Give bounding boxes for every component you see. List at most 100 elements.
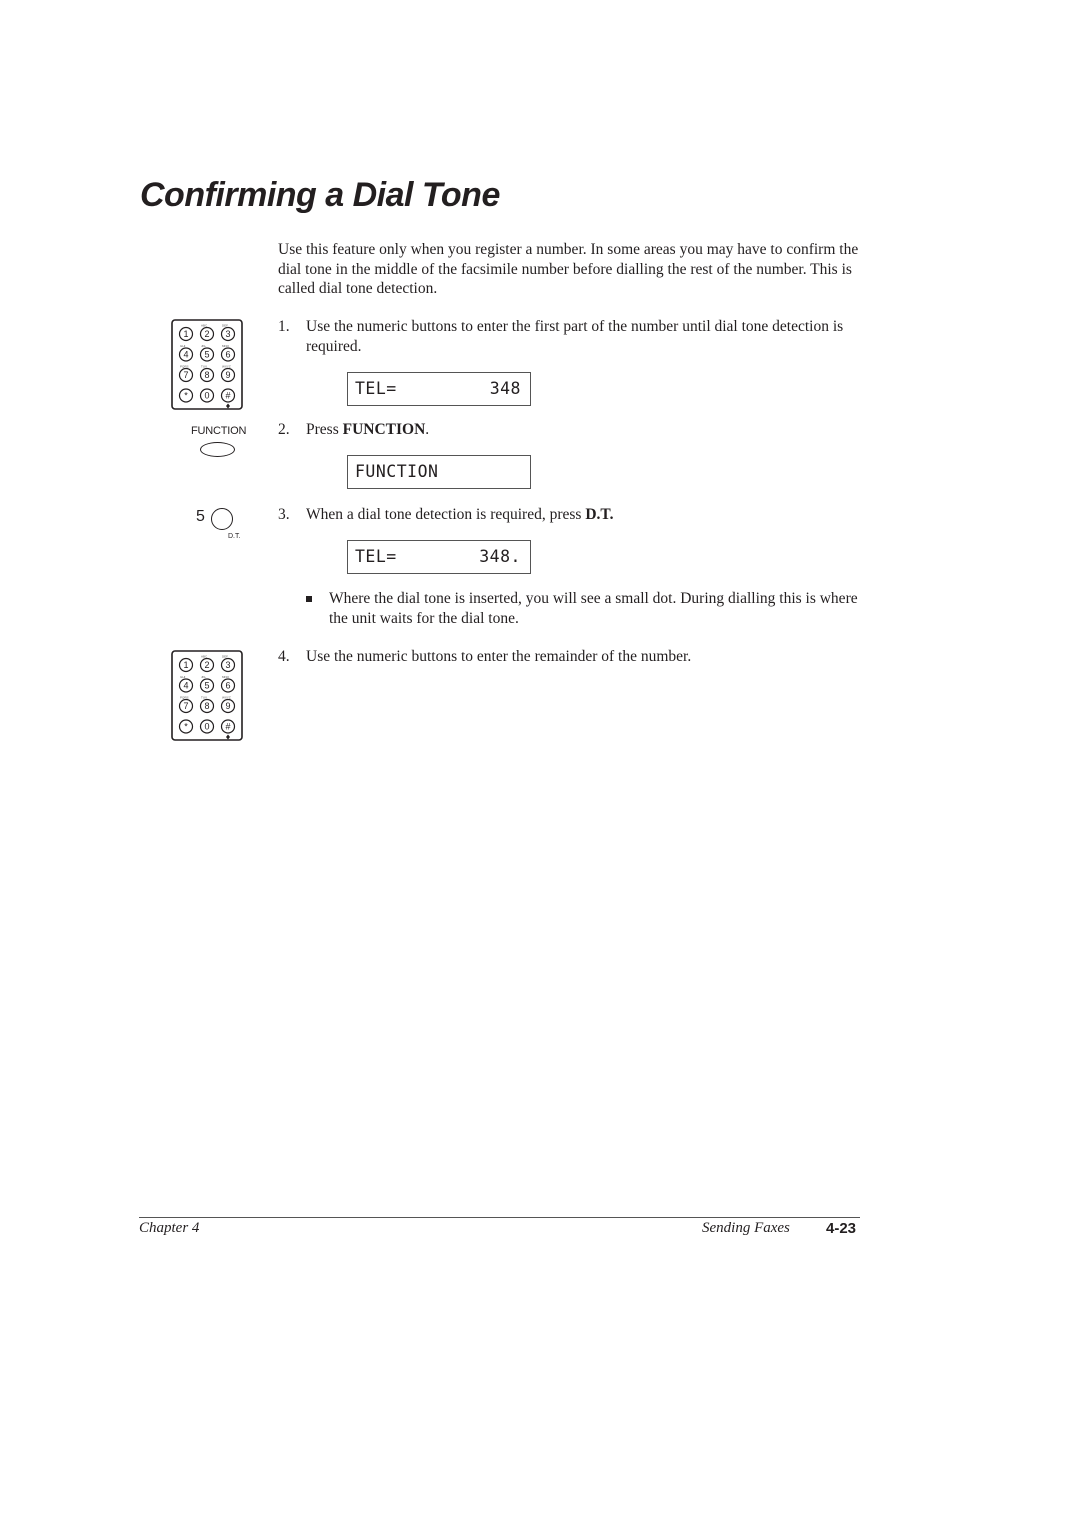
intro-paragraph: Use this feature only when you register … bbox=[278, 241, 859, 297]
keypad-key-9: 9WXYZ bbox=[220, 365, 236, 383]
footer-section-title: Sending Faxes bbox=[702, 1220, 790, 1236]
dt-button-icon bbox=[211, 508, 233, 530]
step-text: Use the numeric buttons to enter the rem… bbox=[306, 648, 692, 665]
step-text: When a dial tone detection is required, … bbox=[306, 505, 871, 525]
step-text-bold: FUNCTION bbox=[342, 421, 426, 438]
svg-text:#: # bbox=[225, 722, 230, 732]
keypad-key-6: 6 MNO bbox=[220, 675, 236, 693]
keypad-key-0: 0 bbox=[199, 388, 215, 403]
step-text: Press FUNCTION. bbox=[306, 420, 871, 440]
keypad-key-3: 3DEF bbox=[220, 324, 236, 342]
function-button-icon bbox=[200, 442, 235, 457]
svg-text:TUV: TUV bbox=[201, 365, 207, 369]
svg-text:1: 1 bbox=[183, 660, 188, 670]
note-text: Where the dial tone is inserted, you wil… bbox=[329, 590, 858, 627]
svg-text:GHI: GHI bbox=[180, 675, 186, 679]
numeric-keypad-icon: 1 2ABC 3DEF 4 GHI 5 JKL 6 MNO 7PQRS 8TUV 9WXYZ * 0 # bbox=[171, 319, 243, 410]
svg-text:2: 2 bbox=[204, 660, 209, 670]
svg-text:PQRS: PQRS bbox=[180, 696, 189, 700]
keypad-key-*: * bbox=[178, 388, 194, 403]
svg-text:3: 3 bbox=[225, 329, 230, 339]
keypad-key-4: 4 GHI bbox=[178, 675, 194, 693]
svg-text:TUV: TUV bbox=[201, 696, 207, 700]
keypad-key-3: 3DEF bbox=[220, 655, 236, 673]
keypad-key-8: 8TUV bbox=[199, 365, 215, 383]
step-text-prefix: Press bbox=[306, 421, 343, 438]
svg-text:DEF: DEF bbox=[222, 655, 228, 659]
svg-text:WXYZ: WXYZ bbox=[222, 365, 231, 369]
keypad-key-6: 6 MNO bbox=[220, 344, 236, 362]
keypad-key-2: 2ABC bbox=[199, 324, 215, 342]
svg-text:2: 2 bbox=[204, 329, 209, 339]
svg-text:7: 7 bbox=[183, 370, 188, 380]
numeric-keypad-icon: 1 2ABC 3DEF 4 GHI 5 JKL 6 MNO 7PQRS 8TUV 9WXYZ * 0 # bbox=[171, 650, 243, 741]
svg-text:JKL: JKL bbox=[201, 344, 207, 348]
function-button-label: FUNCTION bbox=[191, 425, 247, 437]
svg-text:5: 5 bbox=[204, 681, 209, 691]
footer-chapter: Chapter 4 bbox=[139, 1220, 200, 1236]
svg-text:6: 6 bbox=[225, 681, 230, 691]
lcd-right-text: 348 bbox=[489, 379, 521, 398]
svg-text:PQRS: PQRS bbox=[180, 365, 189, 369]
dt-button-label: D.T. bbox=[228, 533, 241, 540]
keypad-key-#: # bbox=[220, 719, 236, 740]
lcd-left-text: TEL= bbox=[355, 547, 397, 566]
step-text: Use the numeric buttons to enter the fir… bbox=[306, 318, 844, 355]
svg-text:MNO: MNO bbox=[222, 675, 230, 679]
svg-text:ABC: ABC bbox=[201, 324, 208, 328]
svg-text:*: * bbox=[184, 722, 188, 732]
keypad-key-8: 8TUV bbox=[199, 696, 215, 714]
lcd-display-step-3: TEL= 348. bbox=[347, 540, 531, 574]
svg-text:8: 8 bbox=[204, 370, 209, 380]
bullet-square-icon bbox=[306, 596, 312, 602]
step-number: 2. bbox=[278, 421, 290, 438]
keypad-key-1: 1 bbox=[178, 326, 194, 342]
svg-text:#: # bbox=[225, 391, 230, 401]
lcd-left-text: FUNCTION bbox=[355, 462, 439, 481]
step-text-bold: D.T. bbox=[585, 506, 614, 523]
step-text-prefix: When a dial tone detection is required, … bbox=[306, 506, 586, 523]
footer-divider bbox=[139, 1217, 860, 1218]
keypad-key-1: 1 bbox=[178, 657, 194, 673]
svg-text:3: 3 bbox=[225, 660, 230, 670]
svg-text:ABC: ABC bbox=[201, 655, 208, 659]
svg-text:JKL: JKL bbox=[201, 675, 207, 679]
svg-text:GHI: GHI bbox=[180, 344, 186, 348]
svg-text:MNO: MNO bbox=[222, 344, 230, 348]
keypad-key-5: 5 JKL bbox=[199, 675, 215, 693]
svg-text:5: 5 bbox=[204, 350, 209, 360]
page-title: Confirming a Dial Tone bbox=[140, 176, 500, 214]
dt-button-number: 5 bbox=[196, 508, 205, 525]
keypad-key-*: * bbox=[178, 719, 194, 734]
footer-page-number: 4-23 bbox=[826, 1220, 857, 1237]
svg-text:DEF: DEF bbox=[222, 324, 228, 328]
step-number: 3. bbox=[278, 506, 290, 523]
svg-text:0: 0 bbox=[204, 391, 209, 401]
lcd-display-step-2: FUNCTION bbox=[347, 455, 531, 489]
keypad-key-5: 5 JKL bbox=[199, 344, 215, 362]
svg-text:1: 1 bbox=[183, 329, 188, 339]
svg-text:4: 4 bbox=[183, 350, 188, 360]
lcd-display-step-1: TEL= 348 bbox=[347, 372, 531, 406]
svg-text:WXYZ: WXYZ bbox=[222, 696, 231, 700]
keypad-key-7: 7PQRS bbox=[178, 365, 194, 383]
svg-text:9: 9 bbox=[225, 701, 230, 711]
keypad-key-#: # bbox=[220, 388, 236, 409]
keypad-key-7: 7PQRS bbox=[178, 696, 194, 714]
svg-text:0: 0 bbox=[204, 722, 209, 732]
keypad-key-4: 4 GHI bbox=[178, 344, 194, 362]
lcd-left-text: TEL= bbox=[355, 379, 397, 398]
svg-text:*: * bbox=[184, 391, 188, 401]
keypad-key-9: 9WXYZ bbox=[220, 696, 236, 714]
step-number: 1. bbox=[278, 318, 290, 335]
svg-text:9: 9 bbox=[225, 370, 230, 380]
svg-text:6: 6 bbox=[225, 350, 230, 360]
svg-text:7: 7 bbox=[183, 701, 188, 711]
step-number: 4. bbox=[278, 648, 290, 665]
keypad-key-0: 0 bbox=[199, 719, 215, 734]
svg-text:8: 8 bbox=[204, 701, 209, 711]
lcd-right-text: 348. bbox=[479, 547, 521, 566]
keypad-key-2: 2ABC bbox=[199, 655, 215, 673]
step-text-suffix: . bbox=[425, 421, 430, 438]
svg-text:4: 4 bbox=[183, 681, 188, 691]
